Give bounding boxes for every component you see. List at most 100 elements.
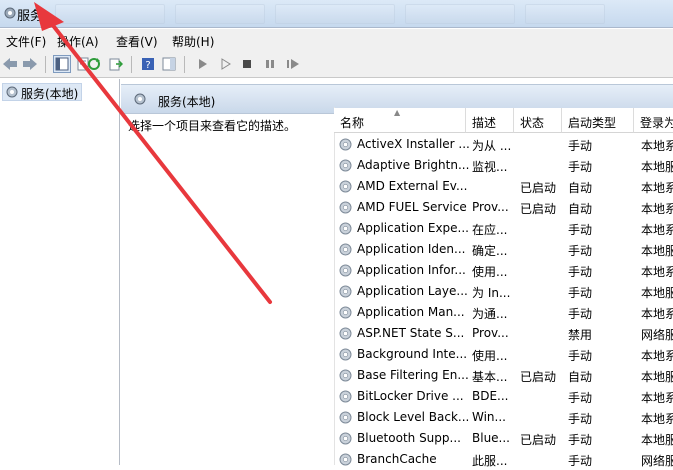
table-row[interactable]: Application Infor... 使用... 手动 本地系 <box>334 260 673 281</box>
menu-view[interactable]: 查看(V) <box>116 33 158 50</box>
table-row[interactable]: Application Man... 为通... 手动 本地系 <box>334 302 673 323</box>
column-header-label: 登录为 <box>640 116 673 130</box>
cell-description: BDE... <box>472 389 509 403</box>
cell-startup-type: 手动 <box>568 433 593 447</box>
cell-name: Bluetooth Supp... <box>357 431 461 445</box>
restart-service-button[interactable] <box>284 55 302 73</box>
cell-log-on-as: 本地系 <box>641 265 673 279</box>
table-row[interactable]: Adaptive Brightn... 监视... 手动 本地服 <box>334 155 673 176</box>
show-action-pane-button[interactable] <box>160 55 178 73</box>
console-tree: 服务(本地) <box>0 79 120 465</box>
export-list-button[interactable] <box>107 55 125 73</box>
window-title: 服务 <box>17 9 44 24</box>
table-row[interactable]: AMD FUEL Service Prov... 已启动 自动 本地系 <box>334 197 673 218</box>
cell-startup-type: 自动 <box>568 181 593 195</box>
column-header-log-on-as[interactable]: 登录为 <box>634 108 673 133</box>
service-gear-icon <box>339 243 352 256</box>
table-row[interactable]: Background Inte... 使用... 手动 本地系 <box>334 344 673 365</box>
stop-service-button[interactable] <box>238 55 256 73</box>
cell-name: AMD FUEL Service <box>357 200 467 214</box>
menu-file[interactable]: 文件(F) <box>6 33 46 50</box>
service-gear-icon <box>339 432 352 445</box>
service-gear-icon <box>339 411 352 424</box>
cell-status: 已启动 <box>520 433 557 447</box>
details-pane: 服务(本地) 选择一个项目来查看它的描述。 ▲ 名称 描述 状态 启动类型 登录… <box>121 79 673 468</box>
cell-log-on-as: 本地系 <box>641 223 673 237</box>
restart-icon <box>287 59 299 69</box>
cell-description: 为通... <box>472 307 508 321</box>
pause-service-button[interactable] <box>261 55 279 73</box>
cell-startup-type: 手动 <box>568 412 593 426</box>
cell-log-on-as: 本地服 <box>641 286 673 300</box>
cell-startup-type: 手动 <box>568 286 593 300</box>
svg-text:?: ? <box>145 60 150 71</box>
forward-button[interactable] <box>21 55 39 73</box>
cell-log-on-as: 本地系 <box>641 139 673 153</box>
cell-log-on-as: 本地系 <box>641 412 673 426</box>
start-service-alt-button[interactable] <box>216 55 234 73</box>
table-row[interactable]: Application Laye... 为 In... 手动 本地服 <box>334 281 673 302</box>
column-header-name[interactable]: ▲ 名称 <box>334 108 466 133</box>
cell-description: Win... <box>472 410 506 424</box>
cell-startup-type: 手动 <box>568 307 593 321</box>
table-row[interactable]: ASP.NET State S... Prov... 禁用 网络服 <box>334 323 673 344</box>
service-gear-icon <box>339 327 352 340</box>
cell-status: 已启动 <box>520 202 557 216</box>
cell-description: 为 In... <box>472 286 511 300</box>
cell-description: 此服... <box>472 454 508 468</box>
table-row[interactable]: Base Filtering En... 基本... 已启动 自动 本地服 <box>334 365 673 386</box>
services-gear-icon <box>134 93 146 105</box>
toolbar: ? <box>0 51 673 78</box>
services-gear-icon <box>6 86 18 98</box>
cell-name: Application Iden... <box>357 242 466 256</box>
cell-startup-type: 手动 <box>568 160 593 174</box>
refresh-button[interactable] <box>85 55 103 73</box>
table-row[interactable]: Application Expe... 在应... 手动 本地系 <box>334 218 673 239</box>
table-row[interactable]: Application Iden... 确定... 手动 本地服 <box>334 239 673 260</box>
cell-status: 已启动 <box>520 370 557 384</box>
cell-log-on-as: 本地系 <box>641 349 673 363</box>
menu-help[interactable]: 帮助(H) <box>172 33 214 50</box>
cell-startup-type: 自动 <box>568 370 593 384</box>
cell-name: Application Man... <box>357 305 465 319</box>
cell-name: Application Infor... <box>357 263 466 277</box>
cell-name: BitLocker Drive ... <box>357 389 464 403</box>
table-row[interactable]: AMD External Ev... 已启动 自动 本地系 <box>334 176 673 197</box>
service-gear-icon <box>339 369 352 382</box>
cell-description: 确定... <box>472 244 508 258</box>
cell-log-on-as: 网络服 <box>641 328 673 342</box>
cell-name: Application Laye... <box>357 284 468 298</box>
help-button[interactable]: ? <box>139 55 157 73</box>
start-service-button[interactable] <box>193 55 211 73</box>
table-row[interactable]: ActiveX Installer ... 为从 ... 手动 本地系 <box>334 134 673 155</box>
cell-log-on-as: 本地服 <box>641 160 673 174</box>
title-bar: 服务 <box>0 0 673 28</box>
cell-description: Prov... <box>472 200 509 214</box>
column-header-description[interactable]: 描述 <box>466 108 514 133</box>
column-header-label: 启动类型 <box>568 116 617 130</box>
cell-log-on-as: 本地系 <box>641 181 673 195</box>
column-header-startup-type[interactable]: 启动类型 <box>562 108 634 133</box>
table-row[interactable]: BranchCache 此服... 手动 网络服 <box>334 449 673 470</box>
show-tree-button[interactable] <box>53 55 71 73</box>
cell-name: Base Filtering En... <box>357 368 469 382</box>
tree-item-services-local[interactable]: 服务(本地) <box>2 83 83 101</box>
cell-description: 基本... <box>472 370 508 384</box>
pane-header-title: 服务(本地) <box>158 95 216 109</box>
service-gear-icon <box>339 180 352 193</box>
cell-description: 在应... <box>472 223 508 237</box>
forward-arrow-icon <box>23 58 37 70</box>
help-icon: ? <box>142 58 154 71</box>
back-button[interactable] <box>1 55 19 73</box>
menu-bar: 文件(F) 操作(A) 查看(V) 帮助(H) <box>0 29 673 51</box>
table-row[interactable]: Bluetooth Supp... Blue... 已启动 手动 本地服 <box>334 428 673 449</box>
cell-description: Prov... <box>472 326 509 340</box>
menu-action[interactable]: 操作(A) <box>57 33 99 50</box>
column-header-status[interactable]: 状态 <box>514 108 562 133</box>
cell-startup-type: 手动 <box>568 349 593 363</box>
cell-startup-type: 自动 <box>568 202 593 216</box>
table-row[interactable]: BitLocker Drive ... BDE... 手动 本地系 <box>334 386 673 407</box>
tree-item-label: 服务(本地) <box>21 87 79 101</box>
table-row[interactable]: Block Level Back... Win... 手动 本地系 <box>334 407 673 428</box>
service-gear-icon <box>339 285 352 298</box>
